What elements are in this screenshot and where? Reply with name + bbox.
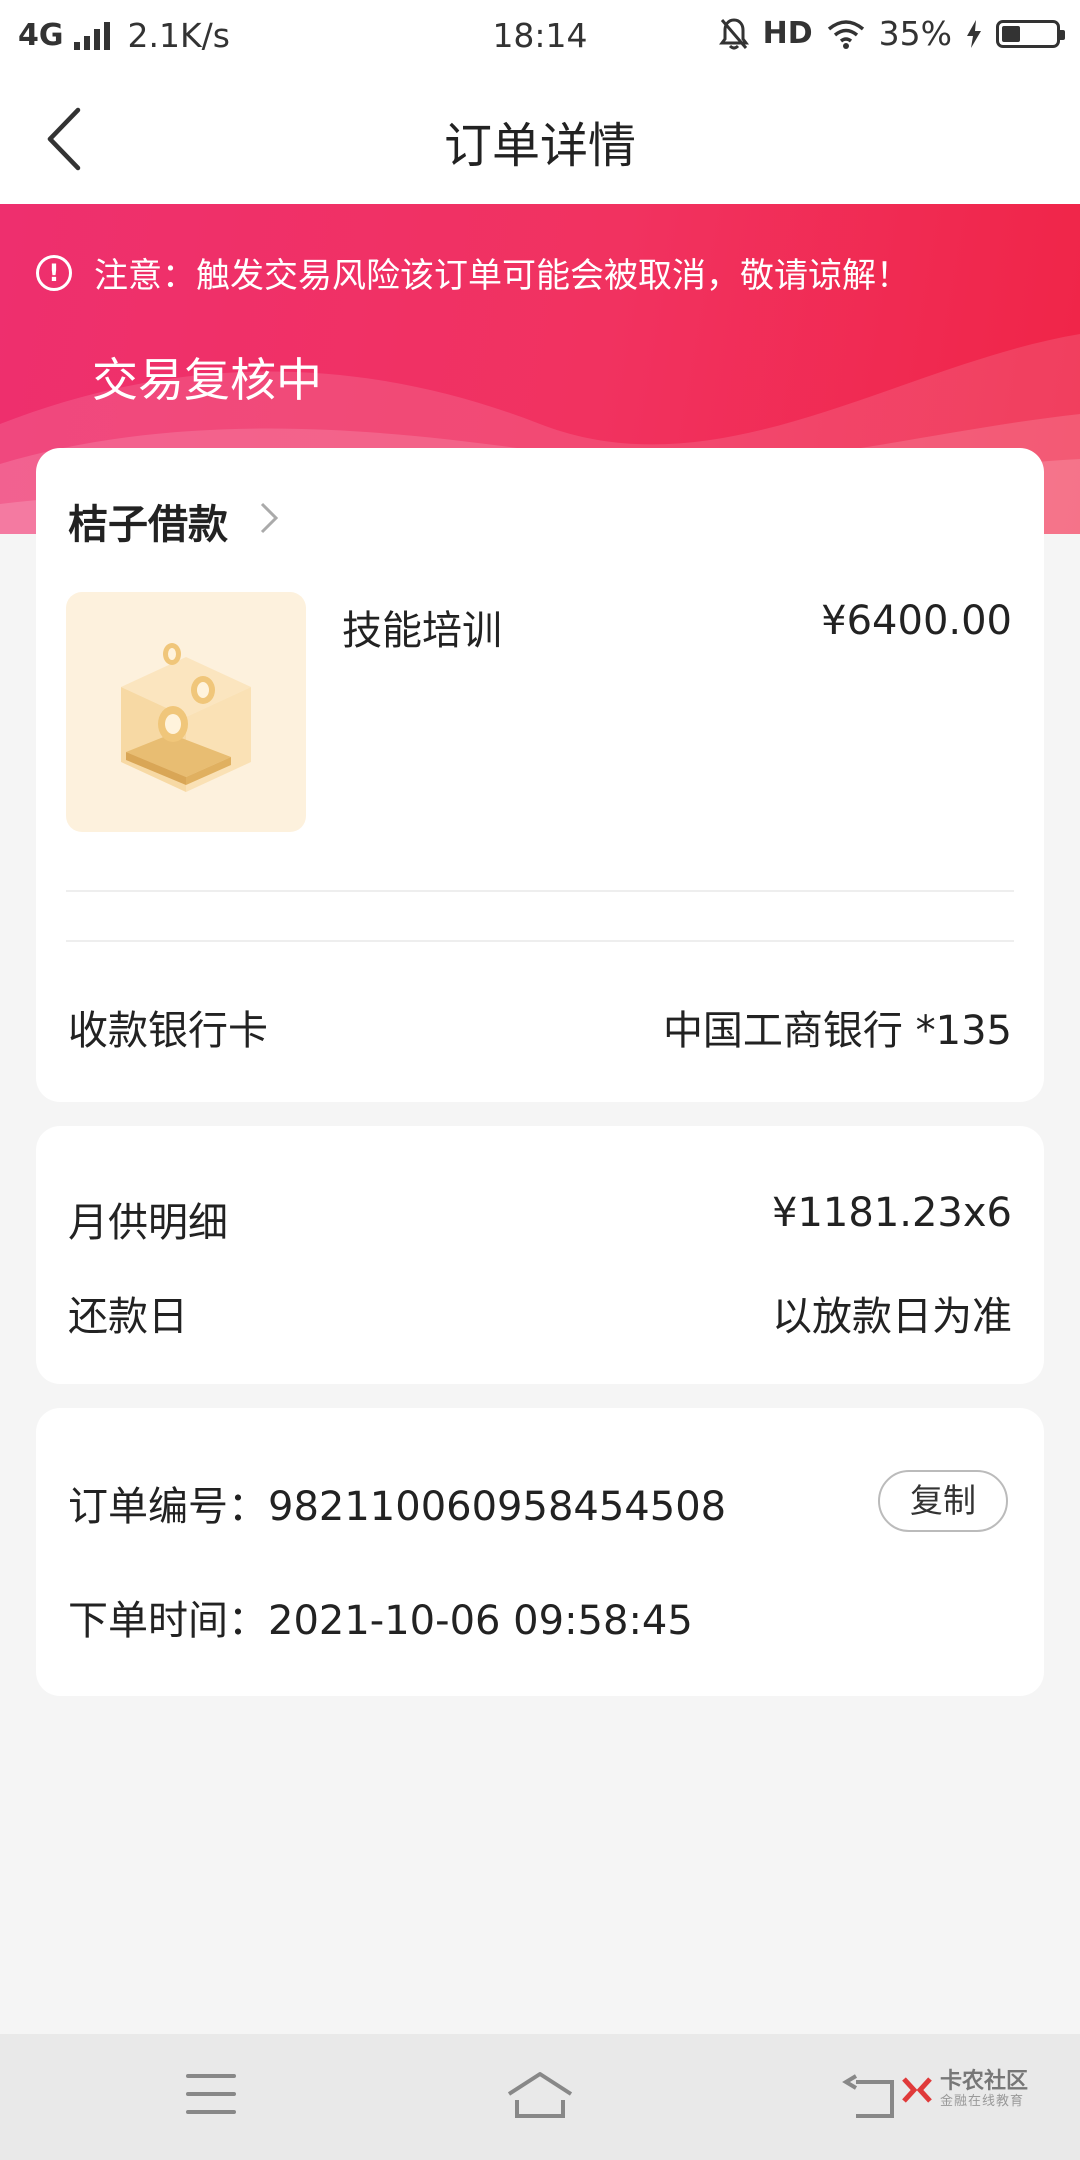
hd-indicator: HD (762, 16, 813, 51)
chevron-right-icon[interactable] (258, 500, 280, 536)
watermark-title: 卡农社区 (940, 2069, 1029, 2094)
merchant-name[interactable]: 桔子借款 (68, 492, 228, 550)
product-image (66, 592, 306, 832)
exclamation-icon: ! (36, 254, 72, 291)
order-number: 订单编号：982110060958454508 (68, 1474, 726, 1532)
coin-box-illustration (121, 643, 251, 792)
order-status: 交易复核中 (92, 353, 322, 407)
charging-icon (967, 19, 981, 48)
status-bar: 4G 2.1K/s 18:14 HD 35% (0, 0, 1080, 76)
monthly-payment-label: 月供明细 (68, 1200, 228, 1246)
system-nav-bar: 卡农社区 金融在线教育 (0, 2034, 1080, 2160)
watermark-logo-icon (902, 2077, 932, 2103)
repayment-card: 月供明细 ¥1181.23x6 还款日 以放款日为准 (36, 1126, 1044, 1384)
repayment-date-value: 以放款日为准 (772, 1294, 1012, 1340)
copy-button[interactable]: 复制 (878, 1470, 1008, 1532)
status-right: HD 35% (718, 14, 1065, 53)
order-time-label: 下单时间： (68, 1598, 268, 1644)
product-price: ¥6400.00 (821, 598, 1012, 644)
battery-percent: 35% (878, 14, 952, 53)
product-card: 桔子借款 技能培训 ¥6400.00 收款银行卡 中国工商银行 *135 (36, 448, 1044, 1102)
menu-icon[interactable] (186, 2074, 236, 2118)
bank-card-label: 收款银行卡 (68, 1008, 268, 1054)
home-icon[interactable] (505, 2070, 575, 2122)
order-info-card: 订单编号：982110060958454508 复制 下单时间：2021-10-… (36, 1408, 1044, 1696)
order-time: 下单时间：2021-10-06 09:58:45 (68, 1588, 693, 1646)
notice-text: 注意：触发交易风险该订单可能会被取消，敬请谅解！ (94, 256, 910, 296)
divider (66, 940, 1014, 942)
divider (66, 890, 1014, 892)
repayment-date-label: 还款日 (68, 1294, 188, 1340)
watermark-subtitle: 金融在线教育 (940, 2094, 1025, 2109)
battery-icon (996, 19, 1065, 48)
risk-notice: ! 注意：触发交易风险该订单可能会被取消，敬请谅解！ (36, 248, 910, 297)
monthly-payment-value: ¥1181.23x6 (772, 1190, 1012, 1236)
page-title: 订单详情 (443, 118, 636, 174)
product-name: 技能培训 (342, 608, 502, 654)
mute-bell-icon (718, 17, 749, 49)
watermark: 卡农社区 金融在线教育 (900, 2070, 1028, 2110)
wifi-icon (827, 19, 864, 49)
nav-bar: 订单详情 (0, 76, 1080, 204)
order-number-value: 982110060958454508 (268, 1484, 727, 1530)
back-nav-icon[interactable] (842, 2072, 898, 2124)
bank-card-value: 中国工商银行 *135 (662, 1008, 1012, 1054)
order-number-label: 订单编号： (68, 1484, 268, 1530)
order-time-value: 2021-10-06 09:58:45 (268, 1598, 693, 1644)
